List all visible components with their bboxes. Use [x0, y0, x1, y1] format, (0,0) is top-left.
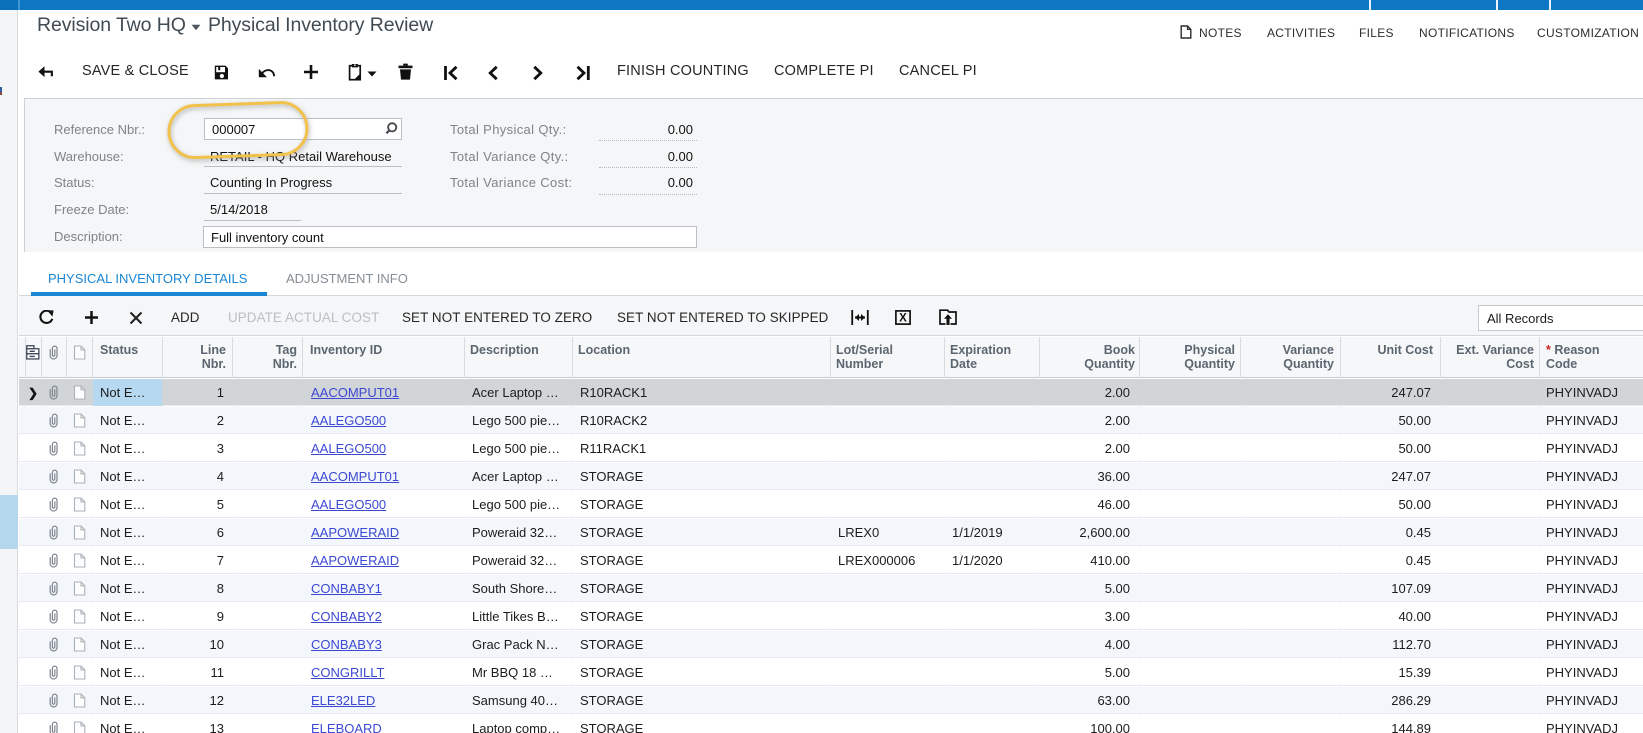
- svg-text:X: X: [899, 313, 907, 325]
